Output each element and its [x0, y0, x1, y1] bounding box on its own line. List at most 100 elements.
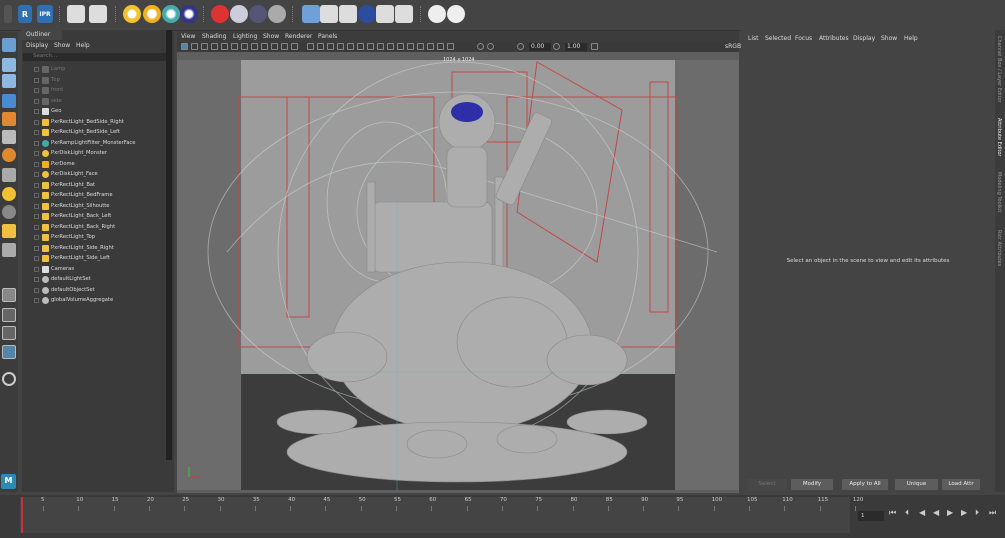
outliner-item[interactable]: PxrRampLightFilter_MonsterFace: [22, 138, 172, 149]
outliner-menu-show[interactable]: Show: [54, 42, 70, 49]
outliner-item[interactable]: PxrRectLight_Silhoutte: [22, 201, 172, 212]
unique-button[interactable]: Unique: [895, 479, 938, 490]
xray-components-icon[interactable]: [447, 43, 454, 50]
gamma-field[interactable]: 1.00: [565, 43, 587, 51]
portal-light-icon[interactable]: [162, 5, 180, 23]
texture-tx-icon[interactable]: [339, 5, 357, 23]
step-forward-key-icon[interactable]: ⏵: [975, 508, 979, 518]
outliner-item[interactable]: PxrRectLight_Side_Left: [22, 253, 172, 264]
attr-menu-display[interactable]: Display: [853, 35, 875, 42]
field-chart-icon[interactable]: [261, 43, 268, 50]
outliner-item[interactable]: Cameras: [22, 264, 172, 275]
rect-light-tool-icon[interactable]: [2, 224, 16, 238]
mesh-light-icon[interactable]: [180, 5, 198, 23]
outliner-tab[interactable]: Outliner: [22, 30, 62, 40]
outliner-item[interactable]: defaultLightSet: [22, 274, 172, 285]
outliner-item[interactable]: PxrDome: [22, 159, 172, 170]
anti-aliasing-icon[interactable]: [407, 43, 414, 50]
material-dark-icon[interactable]: [249, 5, 267, 23]
expand-toggle-icon[interactable]: [34, 67, 39, 72]
expand-toggle-icon[interactable]: [34, 245, 39, 251]
rstr-attributes-tab[interactable]: Rstr Attributes: [996, 230, 1002, 266]
step-back-frame-icon[interactable]: ◀: [919, 508, 925, 517]
outliner-item[interactable]: Geo: [22, 106, 172, 117]
paint-brush-icon[interactable]: [2, 130, 16, 144]
render-button[interactable]: R: [18, 5, 32, 23]
outliner-item[interactable]: PxrRectLight_BedFrame: [22, 190, 172, 201]
expand-toggle-icon[interactable]: [34, 98, 39, 104]
expand-toggle-icon[interactable]: [34, 224, 39, 230]
render-settings-icon[interactable]: [67, 5, 85, 23]
step-forward-frame-icon[interactable]: ▶: [961, 508, 967, 517]
safe-title-icon[interactable]: [281, 43, 288, 50]
select-camera-icon[interactable]: [181, 43, 188, 50]
resolution-gate-icon[interactable]: [241, 43, 248, 50]
motion-blur-icon[interactable]: [397, 43, 404, 50]
outliner-layout-icon[interactable]: [2, 345, 16, 359]
modeling-toolkit-tab[interactable]: Modeling Toolkit: [996, 172, 1002, 212]
hair-icon[interactable]: [376, 5, 394, 23]
shadows-icon[interactable]: [377, 43, 384, 50]
current-time-marker[interactable]: [21, 497, 23, 533]
attr-menu-attributes[interactable]: Attributes: [819, 35, 849, 42]
grid-toggle-icon[interactable]: [221, 43, 228, 50]
outliner-item[interactable]: front: [22, 85, 172, 96]
isolate-select-icon[interactable]: [427, 43, 434, 50]
camera-tool-icon[interactable]: [2, 243, 16, 257]
attr-menu-show[interactable]: Show: [881, 35, 897, 42]
smooth-shade-icon[interactable]: [317, 43, 324, 50]
film-gate-icon[interactable]: [231, 43, 238, 50]
help-icon[interactable]: [447, 5, 465, 23]
play-forward-icon[interactable]: ▶: [947, 508, 953, 517]
shader-ball-icon[interactable]: [2, 205, 16, 219]
two-pane-icon[interactable]: [2, 326, 16, 340]
material-grey-icon[interactable]: [268, 5, 286, 23]
material-white-icon[interactable]: [230, 5, 248, 23]
expand-toggle-icon[interactable]: [34, 203, 39, 209]
exposure-icon[interactable]: [517, 43, 524, 50]
cube-tool-icon[interactable]: [2, 112, 16, 126]
viewport-menu-panels[interactable]: Panels: [318, 33, 337, 40]
graph-icon[interactable]: [395, 5, 413, 23]
colorspace-label[interactable]: sRGB: [725, 43, 741, 50]
attribute-editor-tab[interactable]: Attribute Editor: [996, 118, 1002, 156]
sun-light-icon[interactable]: [143, 5, 161, 23]
time-ruler[interactable]: 5 10 15 20 25 30 35 40 45 50 55 60 65 70 75 80 85 90 95 100…: [20, 497, 863, 533]
mel-script-button[interactable]: M: [1, 474, 16, 489]
textured-icon[interactable]: [357, 43, 364, 50]
render-view-icon[interactable]: [89, 5, 107, 23]
expand-toggle-icon[interactable]: [34, 88, 39, 93]
outliner-item[interactable]: PxrRectLight_Top: [22, 232, 172, 243]
single-pane-icon[interactable]: [2, 288, 16, 302]
expand-toggle-icon[interactable]: [34, 140, 39, 146]
expand-toggle-icon[interactable]: [34, 287, 39, 293]
select-tool-icon[interactable]: [2, 38, 16, 52]
color-management-icon[interactable]: [591, 43, 598, 50]
outliner-menu-help[interactable]: Help: [76, 42, 90, 49]
ipr-render-button[interactable]: IPR: [37, 5, 53, 23]
scene-render[interactable]: [177, 52, 739, 493]
viewport-menu-lighting[interactable]: Lighting: [233, 33, 257, 40]
bookmark-icon[interactable]: [201, 43, 208, 50]
modify-button[interactable]: Modify: [791, 479, 833, 490]
cube-icon[interactable]: [302, 5, 320, 23]
camera-attributes-icon[interactable]: [191, 43, 198, 50]
default-material-icon[interactable]: [327, 43, 334, 50]
safe-action-icon[interactable]: [271, 43, 278, 50]
four-pane-icon[interactable]: [2, 308, 16, 322]
search-icon[interactable]: [2, 372, 16, 386]
ambient-occlusion-icon[interactable]: [387, 43, 394, 50]
outliner-search-input[interactable]: Search...: [23, 53, 171, 61]
expand-toggle-icon[interactable]: [34, 161, 39, 167]
attr-menu-focus[interactable]: Focus: [795, 35, 812, 42]
outliner-vertical-scrollbar[interactable]: [166, 30, 172, 460]
tools-icon[interactable]: [428, 5, 446, 23]
outliner-item[interactable]: PxrRectLight_Bat: [22, 180, 172, 191]
outliner-item[interactable]: globalVolumeAggregate: [22, 295, 172, 306]
expand-toggle-icon[interactable]: [34, 182, 39, 188]
outliner-item[interactable]: side: [22, 96, 172, 107]
outliner-item[interactable]: Lamp: [22, 64, 172, 75]
shelf-grip-icon[interactable]: [4, 5, 12, 23]
outliner-item[interactable]: PxrRectLight_BedSide_Left: [22, 127, 172, 138]
expand-toggle-icon[interactable]: [34, 172, 39, 177]
